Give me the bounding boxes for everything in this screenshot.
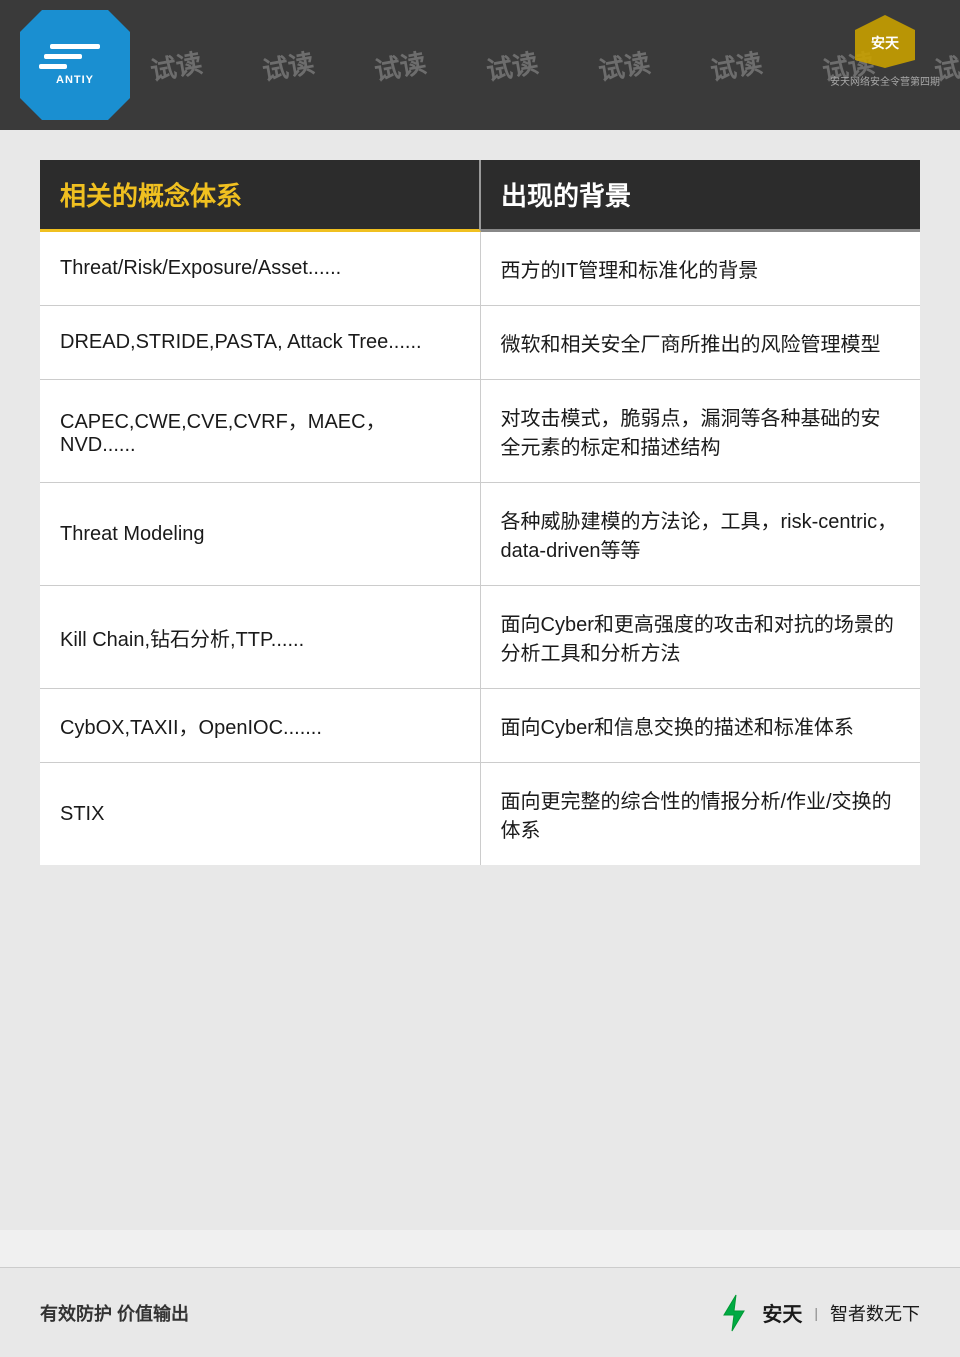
watermark-h6: 试读 [707,42,765,87]
table-row: STIX 面向更完整的综合性的情报分析/作业/交换的体系 [40,763,920,865]
col-left-header: 相关的概念体系 [40,160,481,232]
footer-brand-name: 安天 [762,1298,802,1327]
cell-left-4: Kill Chain,钻石分析,TTP...... [40,586,481,688]
cell-left-0: Threat/Risk/Exposure/Asset...... [40,232,481,305]
watermark-h2: 试读 [259,42,317,87]
brand-icon: 安天 [845,10,925,70]
cell-left-6: STIX [40,763,481,865]
svg-text:安天: 安天 [871,35,900,51]
footer-brand-sub: 智者数无下 [830,1300,920,1326]
cell-left-2: CAPEC,CWE,CVE,CVRF，MAEC，NVD...... [40,380,481,482]
cell-right-4: 面向Cyber和更高强度的攻击和对抗的场景的分析工具和分析方法 [481,586,921,688]
table-row: DREAD,STRIDE,PASTA, Attack Tree...... 微软… [40,306,920,380]
footer-brand-icon [714,1293,754,1333]
cell-right-5: 面向Cyber和信息交换的描述和标准体系 [481,689,921,762]
watermark-h3: 试读 [371,42,429,87]
main-content: 相关的概念体系 出现的背景 Threat/Risk/Exposure/Asset… [0,130,960,1230]
brand-svg: 安天 [845,10,925,70]
cell-right-3: 各种威胁建模的方法论，工具，risk-centric，data-driven等等 [481,483,921,585]
cell-left-1: DREAD,STRIDE,PASTA, Attack Tree...... [40,306,481,379]
cell-right-0: 西方的IT管理和标准化的背景 [481,232,921,305]
watermark-h5: 试读 [595,42,653,87]
cell-left-5: CybOX,TAXII，OpenIOC....... [40,689,481,762]
content-area: 相关的概念体系 出现的背景 Threat/Risk/Exposure/Asset… [0,130,960,1230]
logo-line-3 [39,64,67,69]
cell-right-2: 对攻击模式，脆弱点，漏洞等各种基础的安全元素的标定和描述结构 [481,380,921,482]
table-row: CAPEC,CWE,CVE,CVRF，MAEC，NVD...... 对攻击模式，… [40,380,920,483]
table-body: Threat/Risk/Exposure/Asset...... 西方的IT管理… [40,232,920,865]
concept-table: 相关的概念体系 出现的背景 Threat/Risk/Exposure/Asset… [40,160,920,865]
table-row: Kill Chain,钻石分析,TTP...... 面向Cyber和更高强度的攻… [40,586,920,689]
cell-left-3: Threat Modeling [40,483,481,585]
footer-logo-area: 安天 | 智者数无下 [714,1293,920,1333]
top-right-logo: 安天 安天网络安全令营第四期 [830,10,940,88]
col-left-header-text: 相关的概念体系 [60,181,242,211]
table-header: 相关的概念体系 出现的背景 [40,160,920,232]
watermark-h4: 试读 [483,42,541,87]
footer-separator: | [814,1305,818,1321]
brand-tagline: 安天网络安全令营第四期 [830,73,940,88]
logo-lines [50,44,100,69]
table-row: CybOX,TAXII，OpenIOC....... 面向Cyber和信息交换的… [40,689,920,763]
col-right-header-text: 出现的背景 [501,181,631,211]
footer-logo: 安天 | 智者数无下 [714,1293,920,1333]
logo-line-1 [50,44,100,49]
table-row: Threat/Risk/Exposure/Asset...... 西方的IT管理… [40,232,920,306]
watermark-h1: 试读 [147,42,205,87]
logo-line-2 [44,54,82,59]
col-right-header: 出现的背景 [481,160,920,232]
logo: ANTIY [20,10,130,120]
footer-tagline: 有效防护 价值输出 [40,1300,189,1326]
logo-text: ANTIY [56,74,94,86]
header: ANTIY 试读 试读 试读 试读 试读 试读 试读 试读 安天 安天网络安全令… [0,0,960,130]
footer: 有效防护 价值输出 安天 | 智者数无下 [0,1267,960,1357]
cell-right-6: 面向更完整的综合性的情报分析/作业/交换的体系 [481,763,921,865]
cell-right-1: 微软和相关安全厂商所推出的风险管理模型 [481,306,921,379]
table-row: Threat Modeling 各种威胁建模的方法论，工具，risk-centr… [40,483,920,586]
